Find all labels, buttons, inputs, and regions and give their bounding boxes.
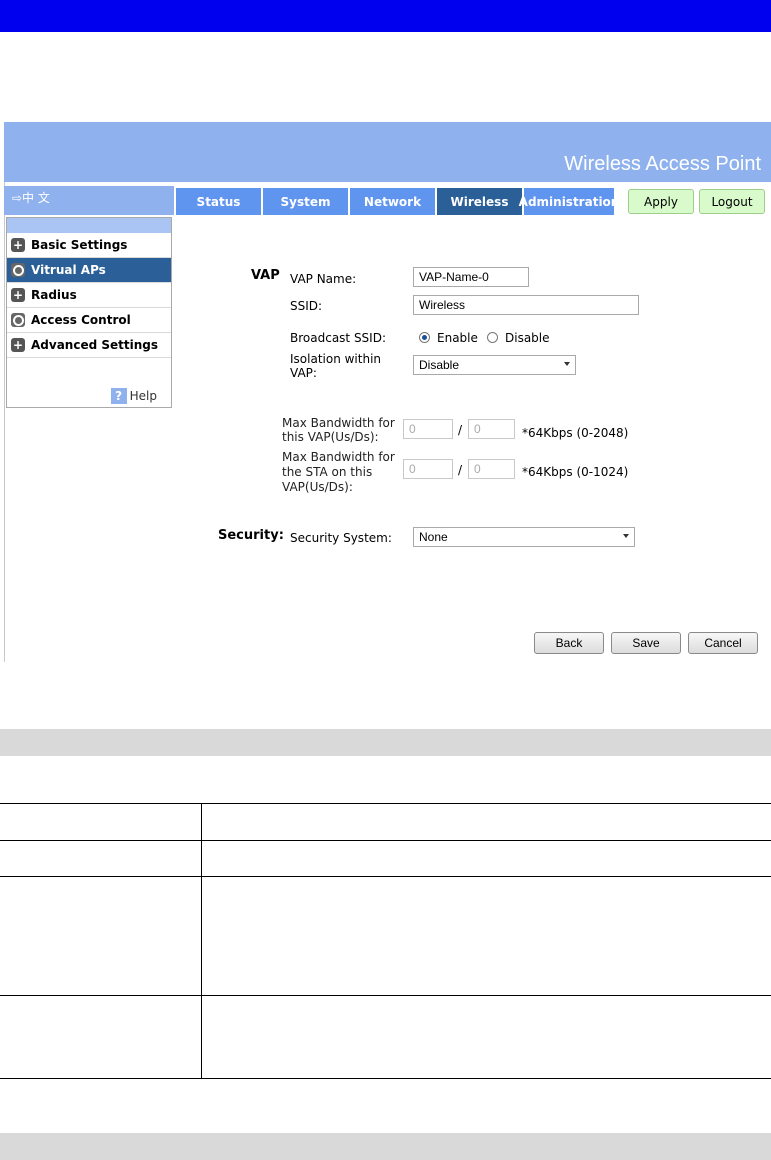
- back-button[interactable]: Back: [534, 632, 604, 654]
- app-header: Wireless Access Point: [4, 122, 771, 182]
- sidebar-item-label: Advanced Settings: [31, 338, 159, 352]
- broadcast-disable-label: Disable: [505, 331, 550, 345]
- sidebar-top-bar: [7, 218, 171, 233]
- isolation-select[interactable]: Disable: [413, 355, 576, 375]
- help-link[interactable]: ? Help: [110, 388, 157, 404]
- security-system-label: Security System:: [290, 531, 392, 545]
- security-system-value: None: [419, 530, 448, 544]
- help-label: Help: [129, 389, 157, 403]
- vap-name-label: VAP Name:: [290, 272, 357, 286]
- security-section-title: Security:: [218, 528, 284, 543]
- circle-icon: [11, 313, 25, 327]
- sidebar-item-advanced-settings[interactable]: + Advanced Settings: [7, 333, 171, 358]
- max-bw-vap-label-line2: this VAP(Us/Ds):: [282, 430, 379, 444]
- table-cell: [201, 840, 771, 877]
- vap-name-input[interactable]: VAP-Name-0: [413, 267, 529, 287]
- circle-icon: [11, 263, 25, 277]
- app-title: Wireless Access Point: [564, 153, 761, 175]
- tab-administration[interactable]: Administration: [519, 188, 619, 215]
- slash-separator: /: [458, 423, 463, 437]
- table-row: [0, 803, 771, 841]
- tab-system[interactable]: System: [263, 188, 348, 215]
- chevron-down-icon: [623, 534, 629, 538]
- plus-icon: +: [11, 238, 25, 252]
- table-cell: [201, 995, 771, 1079]
- max-bw-vap-label-line1: Max Bandwidth for: [282, 416, 395, 430]
- broadcast-enable-radio[interactable]: [419, 332, 430, 343]
- language-switch[interactable]: ⇨中 文: [4, 186, 174, 215]
- tab-network[interactable]: Network: [350, 188, 435, 215]
- help-icon: ?: [110, 388, 127, 404]
- ssid-label: SSID:: [290, 299, 323, 313]
- sidebar-item-label: Access Control: [31, 313, 131, 327]
- gray-heading-band: [0, 729, 771, 756]
- max-bw-sta-label-line2: the STA on this: [282, 465, 373, 479]
- gray-heading-band: [0, 1133, 771, 1160]
- max-bw-sta-unit: *64Kbps (0-1024): [522, 465, 629, 479]
- plus-icon: +: [11, 288, 25, 302]
- table-cell: [201, 803, 771, 841]
- table-cell: [0, 995, 202, 1079]
- max-bw-vap-us-input[interactable]: 0: [403, 419, 453, 439]
- sidebar-item-label: Radius: [31, 288, 77, 302]
- description-table: [0, 803, 771, 1079]
- table-cell: [0, 803, 202, 841]
- ssid-input[interactable]: Wireless: [413, 295, 639, 315]
- table-cell: [0, 840, 202, 877]
- plus-icon: +: [11, 338, 25, 352]
- logout-button[interactable]: Logout: [699, 189, 765, 214]
- apply-button[interactable]: Apply: [628, 189, 694, 214]
- sidebar-item-label: Vitrual APs: [31, 263, 106, 277]
- isolation-select-value: Disable: [419, 358, 460, 372]
- vap-section-title: VAP: [251, 268, 280, 283]
- broadcast-enable-label: Enable: [437, 331, 478, 345]
- sidebar-item-label: Basic Settings: [31, 238, 128, 252]
- slash-separator: /: [458, 463, 463, 477]
- top-blue-bar: [0, 0, 771, 32]
- sidebar: + Basic Settings Vitrual APs + Radius Ac…: [6, 217, 172, 408]
- table-row: [0, 876, 771, 996]
- broadcast-ssid-label: Broadcast SSID:: [290, 331, 386, 345]
- max-bw-sta-ds-input[interactable]: 0: [468, 459, 515, 479]
- table-row: [0, 840, 771, 877]
- save-button[interactable]: Save: [611, 632, 681, 654]
- security-system-select[interactable]: None: [413, 527, 635, 547]
- tab-wireless[interactable]: Wireless: [437, 188, 522, 215]
- tab-status[interactable]: Status: [176, 188, 261, 215]
- max-bw-sta-label-line3: VAP(Us/Ds):: [282, 480, 353, 494]
- isolation-label-line2: VAP:: [290, 366, 317, 380]
- sidebar-item-virtual-aps[interactable]: Vitrual APs: [7, 258, 171, 283]
- max-bw-vap-ds-input[interactable]: 0: [468, 419, 515, 439]
- sidebar-item-access-control[interactable]: Access Control: [7, 308, 171, 333]
- broadcast-disable-radio[interactable]: [487, 332, 498, 343]
- max-bw-sta-us-input[interactable]: 0: [403, 459, 453, 479]
- sidebar-item-radius[interactable]: + Radius: [7, 283, 171, 308]
- chevron-down-icon: [564, 362, 570, 366]
- max-bw-sta-label-line1: Max Bandwidth for: [282, 450, 395, 464]
- max-bw-vap-unit: *64Kbps (0-2048): [522, 426, 629, 440]
- table-cell: [201, 876, 771, 996]
- cancel-button[interactable]: Cancel: [688, 632, 758, 654]
- table-cell: [0, 876, 202, 996]
- isolation-label-line1: Isolation within: [290, 352, 382, 366]
- table-row: [0, 995, 771, 1079]
- sidebar-item-basic-settings[interactable]: + Basic Settings: [7, 233, 171, 258]
